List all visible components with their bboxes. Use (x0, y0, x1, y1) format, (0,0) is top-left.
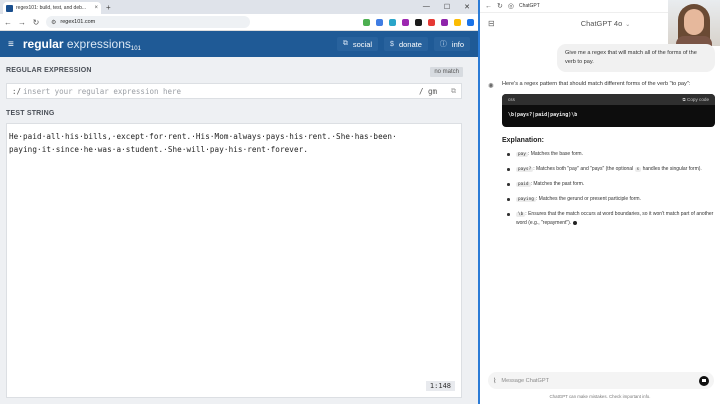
chatgpt-window: ← ↻ ◎ ChatGPT ⊟ ChatGPT 4o ⌄ Give me a re… (480, 0, 720, 404)
list-item: pay: Matches the base form. (502, 150, 716, 159)
address-bar-row: ← → ↻ ⚙ regex101.com (0, 14, 478, 31)
webcam-overlay (668, 0, 720, 46)
extension-icon[interactable] (467, 18, 474, 26)
regex-placeholder: insert your regular expression here (23, 86, 182, 96)
extension-icon[interactable] (402, 18, 409, 26)
regex-section-label: REGULAR EXPRESSION (6, 67, 92, 74)
list-item: paid: Matches the past form. (502, 180, 716, 189)
back-icon[interactable]: ← (485, 3, 492, 10)
forward-icon[interactable]: → (18, 18, 26, 27)
regex-delimiter: :/ (12, 86, 22, 96)
typing-indicator-icon (573, 220, 578, 225)
menu-icon[interactable]: ≡ (8, 39, 14, 50)
answer-intro: Here's a regex pattern that should match… (502, 81, 691, 87)
user-message: Give me a regex that will match all of t… (557, 44, 715, 72)
social-button[interactable]: ⧉ social (336, 37, 379, 51)
assistant-avatar-icon: ✺ (488, 83, 494, 90)
extension-icon[interactable] (454, 18, 461, 26)
regex101-favicon-icon (6, 4, 13, 12)
extensions-bar (363, 18, 474, 26)
donate-button[interactable]: $ donate (384, 37, 428, 51)
copy-code-button[interactable]: ⧉ Copy code (682, 97, 709, 102)
regex101-header: ≡ regular expressions101 ⧉ social $ dona… (0, 31, 478, 57)
extension-icon[interactable] (363, 18, 370, 26)
code-header: css ⧉ Copy code (502, 94, 715, 105)
explanation-heading: Explanation: (502, 137, 545, 144)
close-tab-icon[interactable]: × (94, 5, 98, 11)
list-item: pays?: Matches both "pay" and "pays" (th… (502, 165, 716, 174)
list-item: paying: Matches the gerund or present pa… (502, 195, 716, 204)
cursor-position: 1:148 (425, 381, 455, 391)
regex101-browser-window: regex101: build, test, and deb... × + — … (0, 0, 480, 404)
editor-pane: REGULAR EXPRESSION no match :/ insert yo… (0, 57, 478, 404)
assistant-message: ✺ Here's a regex pattern that should mat… (488, 80, 716, 227)
regex-flags[interactable]: / gm (419, 87, 437, 96)
extension-icon[interactable] (415, 18, 422, 26)
maximize-icon[interactable]: ☐ (444, 3, 450, 11)
extension-icon[interactable] (441, 18, 448, 26)
model-selector[interactable]: ChatGPT 4o ⌄ (581, 19, 631, 28)
address-bar[interactable]: ⚙ regex101.com (46, 16, 250, 28)
tab-title: regex101: build, test, and deb... (16, 5, 87, 11)
site-info-icon[interactable]: ⚙ (51, 19, 56, 26)
test-string-editor[interactable]: He·paid·all·his·bills,·except·for·rent.·… (6, 123, 462, 398)
composer-placeholder: Message ChatGPT (501, 377, 549, 384)
attach-icon[interactable]: ⌇ (493, 377, 496, 385)
header-nav: ⧉ social $ donate ⓘ info (336, 37, 470, 51)
regex101-logo[interactable]: regular expressions101 (23, 37, 141, 52)
list-item: \b: Ensures that the match occurs at wor… (502, 210, 716, 227)
extension-icon[interactable] (389, 18, 396, 26)
url-text: regex101.com (60, 19, 96, 25)
extension-icon[interactable] (376, 18, 383, 26)
chevron-down-icon: ⌄ (625, 21, 631, 28)
code-language: css (508, 97, 515, 102)
window-controls: — ☐ ✕ (423, 3, 478, 11)
sidebar-toggle-icon[interactable]: ⊟ (488, 19, 495, 28)
dollar-icon: $ (390, 40, 394, 48)
regex-input[interactable]: :/ insert your regular expression here /… (6, 83, 462, 99)
screen: regex101: build, test, and deb... × + — … (0, 0, 720, 404)
extension-icon[interactable] (428, 18, 435, 26)
social-icon: ⧉ (342, 40, 348, 47)
copy-icon[interactable]: ⧉ (451, 87, 456, 96)
code-content: \b(pays?|paid|paying)\b (508, 112, 578, 118)
page-title: ChatGPT (518, 3, 540, 9)
close-window-icon[interactable]: ✕ (464, 3, 470, 11)
test-string-label: TEST STRING (6, 110, 55, 117)
info-icon: ⓘ (439, 41, 447, 48)
minimize-icon[interactable]: — (423, 3, 430, 11)
tab-regex101[interactable]: regex101: build, test, and deb... × (3, 2, 101, 14)
disclaimer: ChatGPT can make mistakes. Check importa… (549, 394, 651, 399)
message-composer[interactable]: ⌇ Message ChatGPT (488, 372, 714, 389)
test-string-text: He·paid·all·his·bills,·except·for·rent.·… (9, 132, 397, 154)
reload-icon[interactable]: ↻ (32, 18, 40, 27)
match-status-badge: no match (430, 67, 463, 77)
info-button[interactable]: ⓘ info (433, 37, 470, 51)
back-icon[interactable]: ← (4, 18, 12, 27)
new-tab-icon[interactable]: + (106, 3, 111, 12)
code-block: css ⧉ Copy code \b(pays?|paid|paying)\b (502, 94, 715, 127)
tab-bar: regex101: build, test, and deb... × + — … (0, 0, 478, 14)
chatgpt-favicon-icon: ◎ (507, 3, 514, 10)
reload-icon[interactable]: ↻ (497, 2, 503, 10)
stop-generating-button[interactable] (699, 375, 709, 386)
